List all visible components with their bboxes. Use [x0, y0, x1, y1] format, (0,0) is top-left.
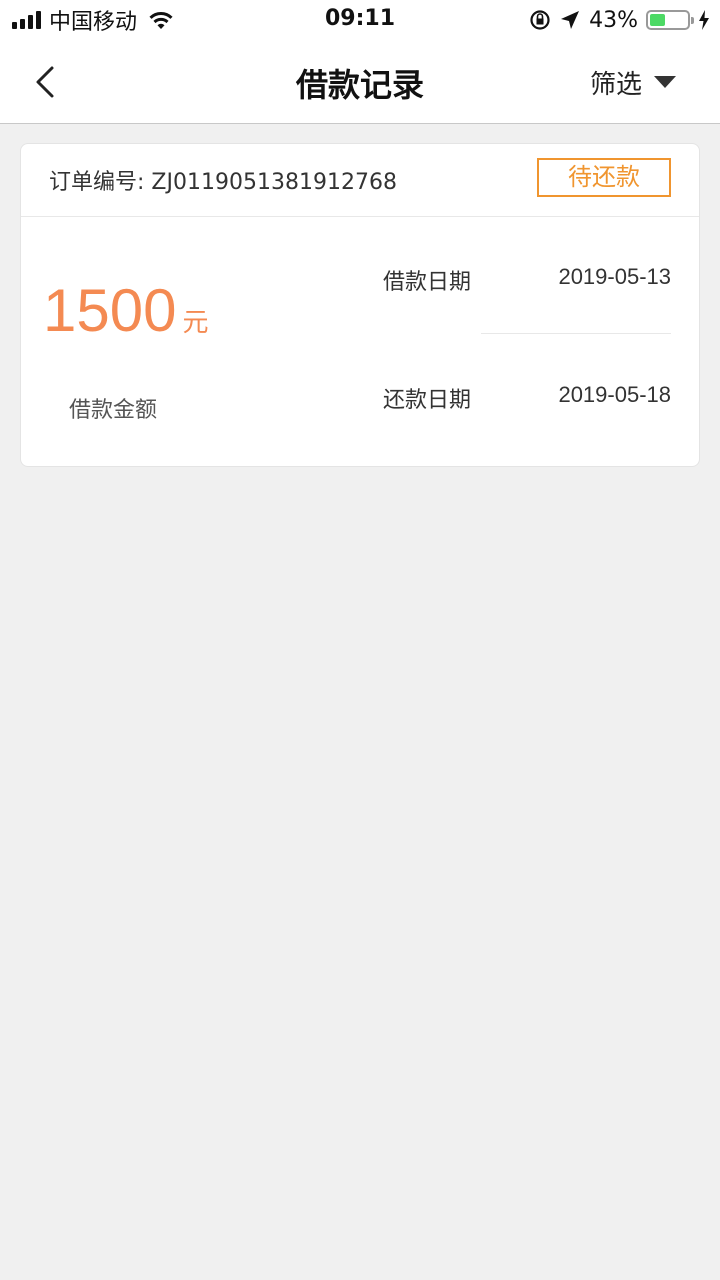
loan-amount: 1500 元	[43, 276, 209, 345]
battery-fill	[650, 14, 665, 26]
loan-record-card[interactable]: 订单编号: ZJ0119051381912768 待还款 1500 元 借款金额…	[20, 143, 700, 467]
location-arrow-icon	[561, 11, 580, 29]
filter-label: 筛选	[589, 69, 642, 100]
caret-down-icon	[654, 76, 676, 88]
loan-date-value: 2019-05-13	[558, 264, 671, 289]
amount-label: 借款金额	[69, 398, 158, 423]
battery-icon	[646, 10, 694, 30]
row-divider	[481, 333, 671, 334]
nav-bar: 借款记录 筛选	[0, 40, 720, 124]
status-badge: 待还款	[537, 158, 671, 197]
repay-date-value: 2019-05-18	[558, 382, 671, 407]
order-number-label: 订单编号:	[49, 170, 145, 195]
status-right: 43%	[529, 6, 710, 34]
amount-value: 1500	[43, 277, 177, 344]
amount-unit: 元	[182, 308, 209, 338]
loan-date-label: 借款日期	[383, 270, 472, 295]
filter-button[interactable]: 筛选	[590, 64, 676, 100]
rotation-lock-icon	[530, 10, 550, 30]
charging-bolt-icon	[699, 10, 709, 30]
order-number: 订单编号: ZJ0119051381912768	[49, 164, 397, 196]
status-bar: 中国移动 09:11 43%	[0, 0, 720, 40]
order-number-value: ZJ0119051381912768	[151, 170, 397, 195]
battery-percent: 43%	[589, 7, 638, 33]
repay-date-label: 还款日期	[383, 388, 472, 413]
card-header: 订单编号: ZJ0119051381912768 待还款	[21, 144, 699, 217]
